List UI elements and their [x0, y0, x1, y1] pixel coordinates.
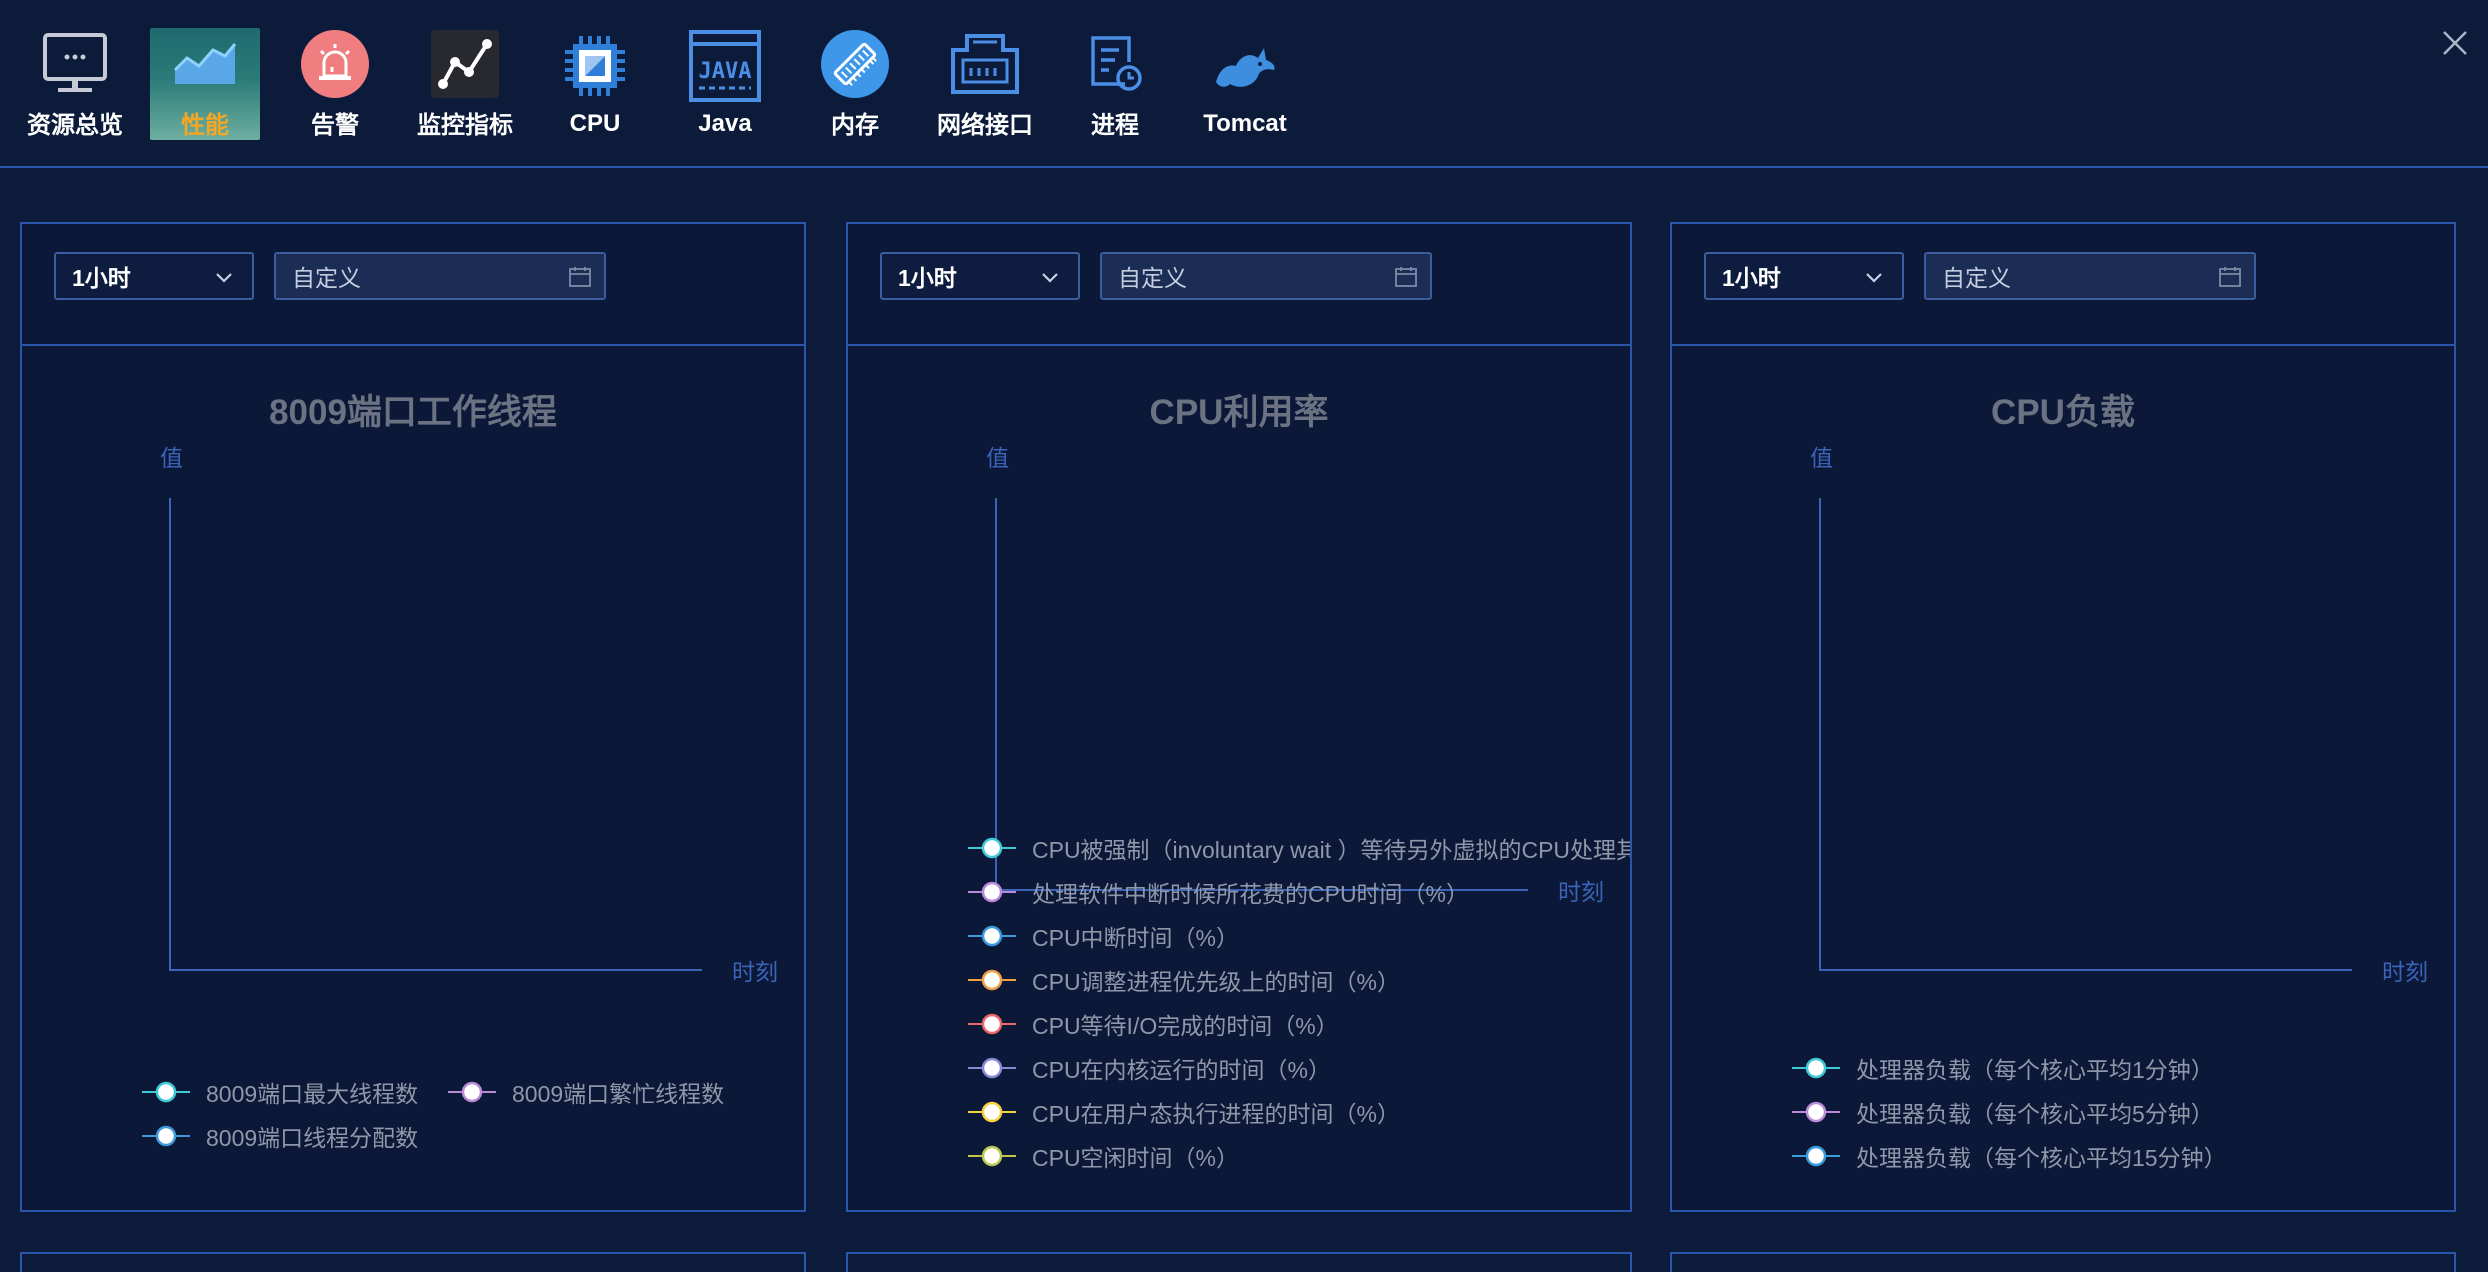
axis-lines: [169, 498, 702, 971]
toolbar-item-label: 性能: [181, 112, 229, 139]
legend-marker-icon: [968, 881, 1016, 903]
legend-label: 处理器负载（每个核心平均5分钟）: [1856, 1101, 2214, 1127]
legend-item[interactable]: CPU中断时间（%）: [966, 918, 1239, 954]
legend-label: 8009端口线程分配数: [206, 1125, 419, 1151]
legend-marker-icon: [968, 837, 1016, 859]
chart-panel-cpu-utilization: 1小时 自定义 CPU利用率 值 时刻 CPU被强制（involuntary w…: [846, 222, 1632, 1212]
toolbar-item-label: 监控指标: [417, 112, 513, 139]
y-axis-label: 值: [160, 445, 183, 471]
legend-item[interactable]: 处理软件中断时候所花费的CPU时间（%）: [966, 874, 1469, 910]
legend-label: CPU在用户态执行进程的时间（%）: [1032, 1101, 1401, 1127]
legend-item[interactable]: 处理器负载（每个核心平均15分钟）: [1790, 1138, 2227, 1174]
legend-marker-icon: [1792, 1145, 1840, 1167]
svg-text:JAVA: JAVA: [699, 59, 752, 84]
toolbar-item-monitoring-metrics[interactable]: 监控指标: [410, 28, 520, 140]
legend-item[interactable]: CPU被强制（involuntary wait ）等待另外虚拟的CPU处理其它程…: [966, 830, 1630, 866]
legend-item[interactable]: CPU空闲时间（%）: [966, 1138, 1239, 1174]
legend-marker-icon: [968, 925, 1016, 947]
legend-label: 处理软件中断时候所花费的CPU时间（%）: [1032, 881, 1470, 907]
x-axis-label: 时刻: [1558, 879, 1604, 905]
chart-panel-next-row: [846, 1252, 1632, 1272]
legend-item[interactable]: 处理器负载（每个核心平均5分钟）: [1790, 1094, 2214, 1130]
legend-item[interactable]: CPU调整进程优先级上的时间（%）: [966, 962, 1400, 998]
network-interface-icon: [947, 28, 1023, 99]
chart-panel-8009-threads: 1小时 自定义 8009端口工作线程 值 时刻 8009端口最大线程数 8009…: [20, 222, 806, 1212]
legend-marker-icon: [1792, 1101, 1840, 1123]
toolbar-item-process[interactable]: 进程: [1060, 28, 1170, 140]
toolbar-item-performance[interactable]: 性能: [150, 28, 260, 140]
toolbar-item-memory[interactable]: 内存: [800, 28, 910, 140]
legend-marker-icon: [142, 1081, 190, 1103]
chart-axes: 值 时刻: [160, 445, 778, 985]
legend-item[interactable]: CPU在用户态执行进程的时间（%）: [966, 1094, 1400, 1130]
legend-label: 8009端口最大线程数: [206, 1081, 419, 1107]
legend-label: 处理器负载（每个核心平均1分钟）: [1856, 1057, 2214, 1083]
legend-item[interactable]: CPU在内核运行的时间（%）: [966, 1050, 1331, 1086]
toolbar-item-label: 资源总览: [27, 112, 123, 139]
toolbar-item-label: 网络接口: [937, 112, 1033, 139]
y-axis-label: 值: [986, 445, 1009, 471]
toolbar-item-label: CPU: [569, 110, 621, 137]
java-icon: JAVA: [687, 28, 763, 104]
toolbar-item-network-interface[interactable]: 网络接口: [930, 28, 1040, 140]
chart-panel-next-row: [1670, 1252, 2456, 1272]
legend-marker-icon: [968, 1101, 1016, 1123]
monitor-icon: [37, 28, 113, 99]
toolbar-item-tomcat[interactable]: Tomcat: [1190, 28, 1300, 140]
legend-marker-icon: [968, 1145, 1016, 1167]
x-axis-label: 时刻: [2382, 959, 2428, 985]
legend-item[interactable]: CPU等待I/O完成的时间（%）: [966, 1006, 1339, 1042]
toolbar-item-label: 进程: [1091, 112, 1139, 139]
alarm-icon: [297, 28, 373, 99]
legend-item[interactable]: 处理器负载（每个核心平均1分钟）: [1790, 1050, 2214, 1086]
chart-panel-next-row: [20, 1252, 806, 1272]
legend-item[interactable]: 8009端口繁忙线程数: [446, 1074, 724, 1110]
line-chart-icon: [427, 28, 503, 99]
legend-marker-icon: [968, 1057, 1016, 1079]
x-axis-label: 时刻: [732, 959, 778, 985]
toolbar-item-label: Java: [698, 110, 752, 137]
legend-marker-icon: [968, 969, 1016, 991]
toolbar-item-java[interactable]: JAVA Java: [670, 28, 780, 140]
legend-label: CPU空闲时间（%）: [1032, 1145, 1240, 1171]
y-axis-label: 值: [1810, 445, 1833, 471]
legend-label: CPU在内核运行的时间（%）: [1032, 1057, 1332, 1083]
legend-label: CPU中断时间（%）: [1032, 925, 1240, 951]
toolbar-item-label: 内存: [831, 112, 879, 139]
cpu-chip-icon: [557, 28, 633, 104]
tomcat-icon: [1207, 28, 1283, 104]
legend-marker-icon: [448, 1081, 496, 1103]
legend-label: 处理器负载（每个核心平均15分钟）: [1856, 1145, 2227, 1171]
toolbar-item-label: 告警: [311, 112, 359, 139]
close-icon[interactable]: [2438, 26, 2472, 60]
legend-label: 8009端口繁忙线程数: [512, 1081, 725, 1107]
legend-marker-icon: [1792, 1057, 1840, 1079]
top-toolbar: 资源总览 性能 告警 监控指标 CPU JAVA Java 内存 网络接口 进程…: [0, 0, 2488, 168]
memory-icon: [817, 28, 893, 99]
toolbar-item-label: Tomcat: [1203, 110, 1287, 137]
process-icon: [1077, 28, 1153, 99]
legend-marker-icon: [968, 1013, 1016, 1035]
axis-lines: [1819, 498, 2352, 971]
legend-item[interactable]: 8009端口线程分配数: [140, 1118, 418, 1154]
area-chart-icon: [167, 28, 243, 99]
toolbar-item-cpu[interactable]: CPU: [540, 28, 650, 140]
legend-label: CPU等待I/O完成的时间（%）: [1032, 1013, 1339, 1039]
legend-label: CPU调整进程优先级上的时间（%）: [1032, 969, 1401, 995]
toolbar-item-resource-overview[interactable]: 资源总览: [20, 28, 130, 140]
legend-item[interactable]: 8009端口最大线程数: [140, 1074, 418, 1110]
legend-label: CPU被强制（involuntary wait ）等待另外虚拟的CPU处理其它程…: [1032, 837, 1630, 863]
legend-marker-icon: [142, 1125, 190, 1147]
toolbar-item-alarm[interactable]: 告警: [280, 28, 390, 140]
chart-panel-cpu-load: 1小时 自定义 CPU负载 值 时刻 处理器负载（每个核心平均1分钟） 处理器负…: [1670, 222, 2456, 1212]
